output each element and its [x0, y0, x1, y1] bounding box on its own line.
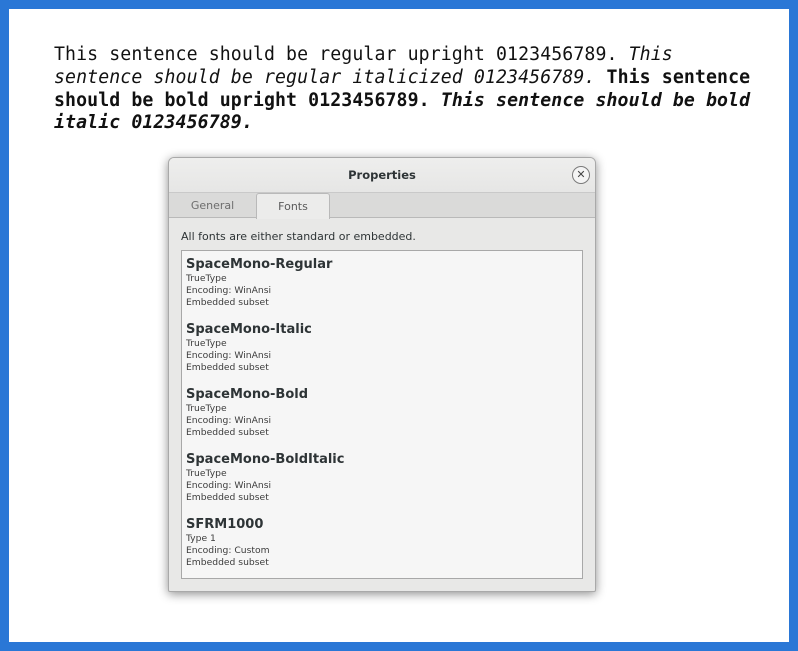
font-type: TrueType [186, 273, 227, 284]
list-item: SFRM1000 Type 1 Encoding: Custom Embedde… [186, 517, 270, 569]
font-encoding: Encoding: WinAnsi [186, 350, 272, 361]
properties-dialog: Properties ✕ General Fonts All fonts are… [168, 157, 596, 592]
font-list[interactable]: SpaceMono-Regular TrueType Encoding: Win… [181, 250, 583, 579]
font-embedding: Embedded subset [186, 557, 269, 568]
font-embedding: Embedded subset [186, 362, 269, 373]
font-encoding: Encoding: WinAnsi [186, 480, 272, 491]
font-embedding: Embedded subset [186, 492, 269, 503]
tab-fonts[interactable]: Fonts [256, 193, 330, 219]
font-encoding: Encoding: Custom [186, 545, 270, 556]
document-text: This sentence should be regular upright … [54, 44, 769, 135]
tab-general[interactable]: General [169, 193, 256, 217]
font-name: SpaceMono-Bold [186, 387, 309, 402]
font-embedding: Embedded subset [186, 427, 269, 438]
list-item: SpaceMono-Bold TrueType Encoding: WinAns… [186, 387, 308, 439]
dialog-titlebar[interactable]: Properties ✕ [169, 158, 595, 193]
fonts-summary: All fonts are either standard or embedde… [181, 230, 416, 243]
font-type: TrueType [186, 403, 227, 414]
font-type: TrueType [186, 468, 227, 479]
tab-bar: General Fonts [169, 193, 595, 219]
font-name: SFRM1000 [186, 517, 264, 532]
font-encoding: Encoding: WinAnsi [186, 415, 272, 426]
font-embedding: Embedded subset [186, 297, 269, 308]
list-item: SpaceMono-BoldItalic TrueType Encoding: … [186, 452, 344, 504]
list-item: SpaceMono-Regular TrueType Encoding: Win… [186, 257, 332, 309]
regular-sentence: This sentence should be regular upright … [54, 44, 618, 65]
font-name: SpaceMono-BoldItalic [186, 452, 345, 467]
font-name: SpaceMono-Regular [186, 257, 333, 272]
font-encoding: Encoding: WinAnsi [186, 285, 272, 296]
list-item: SpaceMono-Italic TrueType Encoding: WinA… [186, 322, 312, 374]
font-name: SpaceMono-Italic [186, 322, 312, 337]
close-icon[interactable]: ✕ [572, 166, 590, 184]
font-type: TrueType [186, 338, 227, 349]
dialog-title: Properties [348, 168, 416, 182]
font-type: Type 1 [186, 533, 216, 544]
